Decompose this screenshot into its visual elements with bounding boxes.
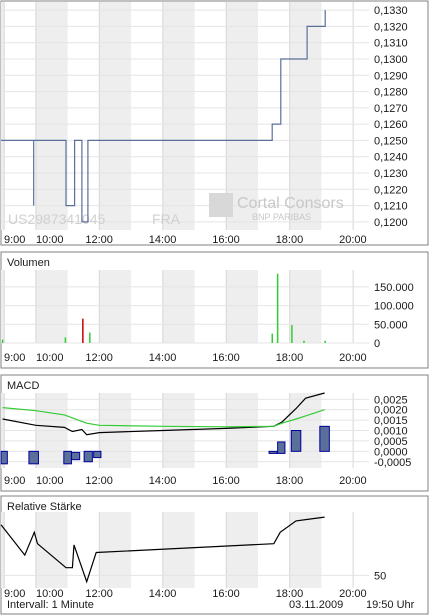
price-band xyxy=(35,2,68,230)
volume-band xyxy=(99,270,132,343)
macd-y-tick-label: 0,0010 xyxy=(374,426,408,438)
rsi-x-tick-label: 20:00 xyxy=(339,588,367,600)
rsi-band xyxy=(226,512,258,588)
macd-y-tick-label: 0,0020 xyxy=(374,405,408,417)
macd-x-tick-label: 16:00 xyxy=(212,475,240,487)
macd-y-tick-label: -0,0005 xyxy=(374,457,411,469)
rsi-band xyxy=(35,512,68,588)
macd-histogram-bar xyxy=(28,450,39,465)
volume-bar xyxy=(64,337,67,343)
watermark-logo-icon xyxy=(209,193,233,217)
macd-x-tick-label: 12:00 xyxy=(85,475,113,487)
watermark-sub: BNP PARIBAS xyxy=(252,212,311,222)
volume-x-tick-label: 12:00 xyxy=(85,352,113,364)
stock-chart: Cortal Consors BNP PARIBAS US2987341045 … xyxy=(0,0,429,615)
volume-bar xyxy=(89,332,91,343)
volume-x-tick-label: 16:00 xyxy=(212,352,240,364)
macd-x-tick-label: 14:00 xyxy=(149,475,177,487)
macd-histogram-bar xyxy=(290,430,302,452)
price-y-tick-label: 0,1280 xyxy=(374,87,408,99)
price-y-tick-label: 0,1260 xyxy=(374,119,408,131)
volume-bar xyxy=(276,273,279,343)
macd-histogram-bar xyxy=(70,451,81,461)
watermark-exchange: FRA xyxy=(152,211,181,227)
macd-histogram-bar xyxy=(319,425,330,452)
macd-histogram-bar xyxy=(83,450,93,463)
price-y-tick-label: 0,1240 xyxy=(374,152,408,164)
price-y-tick-label: 0,1310 xyxy=(374,38,408,50)
volume-bar xyxy=(324,340,326,343)
watermark-brand: Cortal Consors xyxy=(237,195,344,212)
volume-title: Volumen xyxy=(7,257,50,269)
macd-histogram-bar xyxy=(0,450,8,465)
volume-bar xyxy=(271,333,273,343)
volume-bar xyxy=(82,318,84,343)
volume-x-tick-label: 10:00 xyxy=(36,352,64,364)
macd-x-tick-label: 9:00 xyxy=(4,475,25,487)
volume-band xyxy=(289,270,322,343)
rsi-band xyxy=(289,512,322,588)
volume-x-tick-label: 9:00 xyxy=(4,352,25,364)
price-y-tick-label: 0,1270 xyxy=(374,103,408,115)
price-y-tick-label: 0,1300 xyxy=(374,54,408,66)
macd-x-tick-label: 10:00 xyxy=(36,475,64,487)
macd-x-tick-label: 18:00 xyxy=(276,475,304,487)
price-y-tick-label: 0,1220 xyxy=(374,184,408,196)
price-y-tick-label: 0,1330 xyxy=(374,5,408,17)
footer-date: 03.11.2009 xyxy=(289,599,343,611)
price-y-tick-label: 0,1250 xyxy=(374,135,408,147)
rsi-band xyxy=(99,512,132,588)
macd-histogram-bar xyxy=(93,450,102,459)
price-y-tick-label: 0,1320 xyxy=(374,21,408,33)
volume-x-tick-label: 20:00 xyxy=(339,352,367,364)
macd-histogram-bar xyxy=(268,450,278,454)
volume-x-tick-label: 18:00 xyxy=(276,352,304,364)
macd-y-tick-label: 0,0015 xyxy=(374,415,408,427)
price-y-tick-label: 0,1210 xyxy=(374,201,408,213)
interval-label: Intervall: 1 Minute xyxy=(7,599,94,611)
watermark-isin: US2987341045 xyxy=(8,211,106,227)
footer-time: 19:50 Uhr xyxy=(366,599,415,611)
price-y-tick-label: 0,1230 xyxy=(374,168,408,180)
volume-band xyxy=(35,270,68,343)
volume-y-tick-label: 50.000 xyxy=(374,319,408,331)
price-x-tick-label: 14:00 xyxy=(149,234,177,246)
macd-histogram-bar xyxy=(63,450,72,465)
price-band xyxy=(99,2,132,230)
price-x-tick-label: 16:00 xyxy=(212,234,240,246)
volume-x-tick-label: 14:00 xyxy=(149,352,177,364)
volume-bar xyxy=(303,340,305,343)
price-y-tick-label: 0,1200 xyxy=(374,217,408,229)
rsi-title: Relative Stärke xyxy=(7,501,82,513)
macd-x-tick-label: 20:00 xyxy=(339,475,367,487)
volume-y-tick-label: 0 xyxy=(374,338,380,350)
macd-title: MACD xyxy=(7,380,39,392)
rsi-y-tick-label: 50 xyxy=(374,570,386,582)
price-x-tick-label: 12:00 xyxy=(85,234,113,246)
volume-y-tick-label: 100.000 xyxy=(374,301,414,313)
volume-band xyxy=(226,270,258,343)
macd-y-tick-label: 0,0025 xyxy=(374,394,408,406)
volume-y-tick-label: 150.000 xyxy=(374,282,414,294)
price-x-tick-label: 10:00 xyxy=(36,234,64,246)
volume-bar xyxy=(1,339,4,343)
price-y-tick-label: 0,1290 xyxy=(374,70,408,82)
rsi-x-tick-label: 14:00 xyxy=(149,588,177,600)
macd-y-tick-label: 0,0000 xyxy=(374,446,408,458)
volume-bar xyxy=(291,325,293,343)
price-band xyxy=(162,2,195,230)
price-x-tick-label: 20:00 xyxy=(339,234,367,246)
macd-y-tick-label: 0,0005 xyxy=(374,436,408,448)
price-x-tick-label: 18:00 xyxy=(276,234,304,246)
rsi-band xyxy=(162,512,195,588)
macd-histogram-bar xyxy=(277,441,286,454)
rsi-x-tick-label: 16:00 xyxy=(212,588,240,600)
price-x-tick-label: 9:00 xyxy=(4,234,25,246)
volume-band xyxy=(162,270,195,343)
